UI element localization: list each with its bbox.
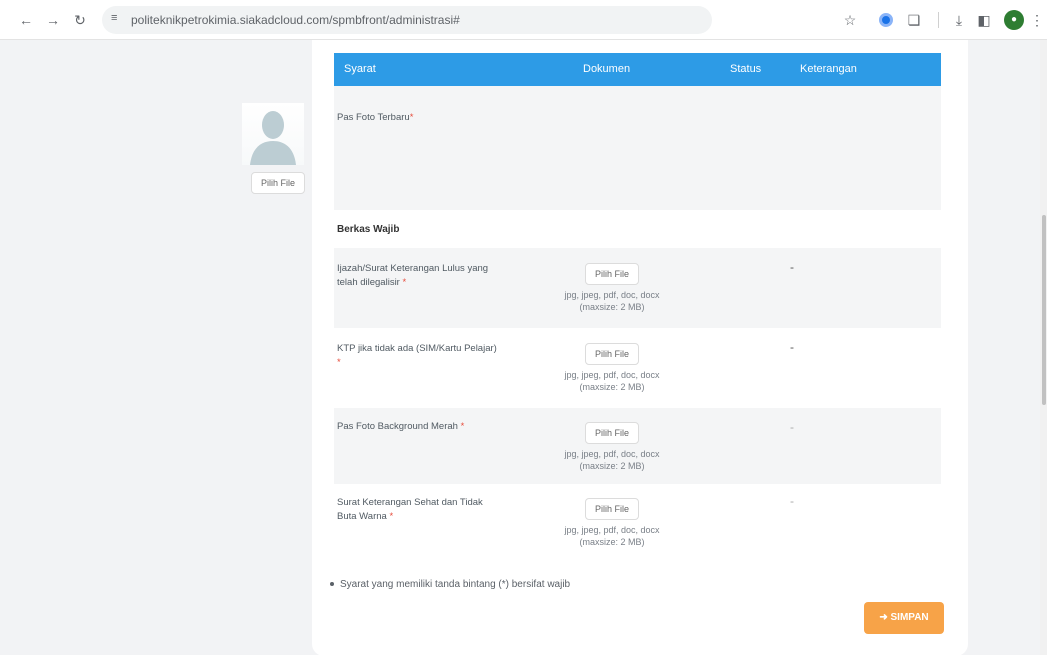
keterangan-value: -: [790, 494, 794, 508]
photo-upload-cell: Pilih File: [218, 172, 338, 194]
upload-cell: Pilih File jpg, jpeg, pdf, doc, docx (ma…: [552, 498, 672, 548]
required-star: *: [337, 357, 341, 368]
bullet-dot: [330, 582, 334, 587]
browser-toolbar: ← → ↻ ≡ politeknikpetrokimia.siakadcloud…: [0, 0, 1047, 40]
requirement-label: Ijazah/Surat Keterangan Lulus yang telah…: [337, 263, 489, 288]
required-note: Syarat yang memiliki tanda bintang (*) b…: [330, 579, 570, 590]
table-row: Surat Keterangan Sehat dan Tidak Buta Wa…: [334, 484, 941, 564]
header-keterangan: Keterangan: [800, 63, 857, 75]
toolbar-divider: [938, 12, 939, 28]
required-star: *: [402, 277, 407, 288]
download-icon[interactable]: ⤓: [951, 12, 967, 28]
person-silhouette-icon: [250, 111, 296, 165]
upload-cell: Pilih File jpg, jpeg, pdf, doc, docx (ma…: [552, 263, 672, 313]
required-star: *: [409, 112, 414, 123]
requirement-label: Pas Foto Background Merah *: [337, 421, 465, 432]
file-type-hint: jpg, jpeg, pdf, doc, docx (maxsize: 2 MB…: [564, 370, 660, 392]
file-type-hint: jpg, jpeg, pdf, doc, docx (maxsize: 2 MB…: [564, 290, 660, 312]
pick-file-button[interactable]: Pilih File: [251, 172, 305, 194]
requirement-label: Pas Foto Terbaru*: [337, 112, 414, 123]
profile-avatar[interactable]: ●: [1004, 10, 1024, 30]
arrow-right-icon: ➜: [879, 612, 888, 623]
puzzle-icon[interactable]: ❏: [906, 12, 922, 28]
required-star: *: [460, 421, 465, 432]
file-type-hint: jpg, jpeg, pdf, doc, docx (maxsize: 2 MB…: [564, 449, 660, 471]
table-row: Ijazah/Surat Keterangan Lulus yang telah…: [334, 248, 941, 328]
url-text: politeknikpetrokimia.siakadcloud.com/spm…: [131, 13, 460, 27]
header-dokumen: Dokumen: [583, 63, 631, 75]
header-syarat: Syarat: [344, 63, 376, 75]
header-status: Status: [730, 63, 762, 75]
site-settings-icon[interactable]: ≡: [111, 12, 117, 24]
save-button-label: SIMPAN: [890, 612, 929, 623]
table-row-photo: Pas Foto Terbaru*: [334, 86, 941, 210]
table-row: KTP jika tidak ada (SIM/Kartu Pelajar) *…: [334, 328, 941, 408]
pick-file-button[interactable]: Pilih File: [585, 422, 639, 444]
save-button[interactable]: ➜ SIMPAN: [864, 602, 944, 634]
arrow-left-icon[interactable]: ←: [18, 12, 34, 28]
kebab-menu-icon[interactable]: ⋮: [1029, 12, 1045, 28]
upload-cell: Pilih File jpg, jpeg, pdf, doc, docx (ma…: [552, 422, 672, 472]
keterangan-value: -: [790, 420, 794, 434]
extension-circle-icon[interactable]: [879, 13, 893, 27]
scrollbar-thumb[interactable]: [1042, 215, 1046, 405]
section-title: Berkas Wajib: [337, 224, 400, 235]
pick-file-button[interactable]: Pilih File: [585, 343, 639, 365]
upload-cell: Pilih File jpg, jpeg, pdf, doc, docx (ma…: [552, 343, 672, 393]
star-icon[interactable]: ☆: [842, 12, 858, 28]
table-header: Syarat Dokumen Status Keterangan: [334, 53, 941, 86]
side-panel-icon[interactable]: ◧: [976, 12, 992, 28]
address-bar[interactable]: ≡ politeknikpetrokimia.siakadcloud.com/s…: [102, 6, 712, 34]
required-star: *: [389, 511, 394, 522]
pick-file-button[interactable]: Pilih File: [585, 263, 639, 285]
pick-file-button[interactable]: Pilih File: [585, 498, 639, 520]
table-row: Pas Foto Background Merah * Pilih File j…: [334, 408, 941, 484]
requirement-label: KTP jika tidak ada (SIM/Kartu Pelajar) *: [337, 343, 497, 368]
keterangan-value: -: [790, 260, 794, 274]
requirement-label: Surat Keterangan Sehat dan Tidak Buta Wa…: [337, 497, 483, 522]
arrow-right-icon[interactable]: →: [45, 12, 61, 28]
file-type-hint: jpg, jpeg, pdf, doc, docx (maxsize: 2 MB…: [564, 525, 660, 547]
keterangan-value: -: [790, 340, 794, 354]
reload-icon[interactable]: ↻: [72, 12, 88, 28]
photo-placeholder: [242, 103, 304, 165]
